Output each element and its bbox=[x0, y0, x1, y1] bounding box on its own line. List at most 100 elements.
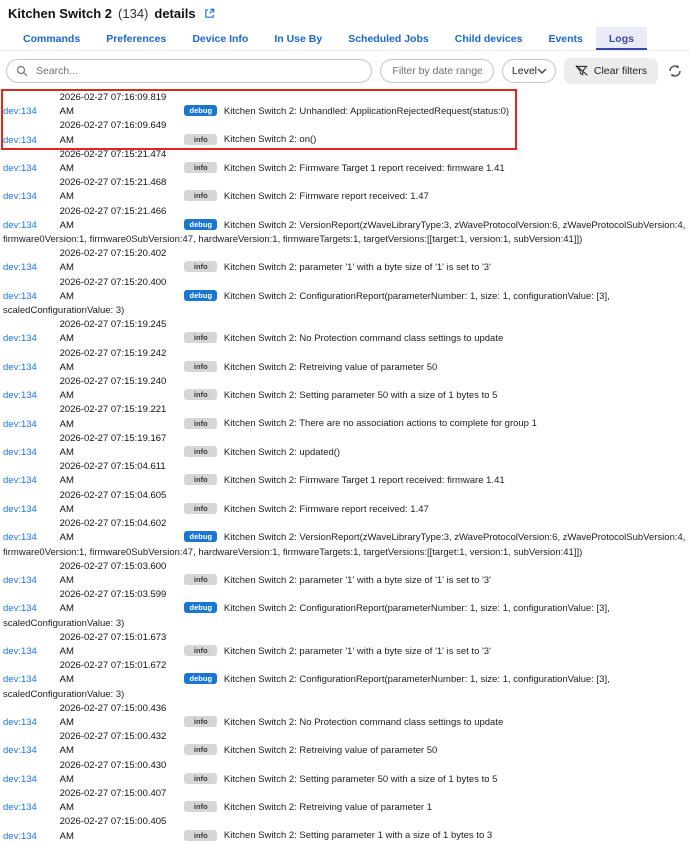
log-row: dev:134 2026-02-27 07:15:00.436 AM info … bbox=[3, 702, 686, 730]
log-level-badge: info bbox=[184, 446, 217, 457]
log-row: dev:134 2026-02-27 07:15:04.605 AM info … bbox=[3, 489, 686, 517]
log-level-badge: info bbox=[184, 261, 217, 272]
log-row: dev:134 2026-02-27 07:15:19.240 AM info … bbox=[3, 375, 686, 403]
log-timestamp: 2026-02-27 07:15:01.673 AM bbox=[60, 631, 182, 659]
device-link[interactable]: dev:134 bbox=[3, 574, 57, 588]
device-link[interactable]: dev:134 bbox=[3, 645, 57, 659]
log-timestamp: 2026-02-27 07:15:03.600 AM bbox=[60, 560, 182, 588]
log-row: dev:134 2026-02-27 07:15:00.432 AM info … bbox=[3, 730, 686, 758]
device-link[interactable]: dev:134 bbox=[3, 418, 57, 432]
device-link[interactable]: dev:134 bbox=[3, 190, 57, 204]
device-link[interactable]: dev:134 bbox=[3, 744, 57, 758]
log-row: dev:134 2026-02-27 07:15:19.167 AM info … bbox=[3, 432, 686, 460]
device-link[interactable]: dev:134 bbox=[3, 261, 57, 275]
log-message: Kitchen Switch 2: Setting parameter 50 w… bbox=[224, 390, 498, 401]
log-timestamp: 2026-02-27 07:15:19.167 AM bbox=[60, 432, 182, 460]
log-level-badge: info bbox=[184, 332, 217, 343]
log-timestamp: 2026-02-27 07:15:00.430 AM bbox=[60, 759, 182, 787]
log-timestamp: 2026-02-27 07:15:21.474 AM bbox=[60, 148, 182, 176]
title-details-label: details bbox=[154, 6, 195, 21]
device-link[interactable]: dev:134 bbox=[3, 446, 57, 460]
search-field[interactable] bbox=[6, 59, 372, 83]
device-link[interactable]: dev:134 bbox=[3, 503, 57, 517]
log-row: dev:134 2026-02-27 07:15:03.600 AM info … bbox=[3, 560, 686, 588]
open-in-new-icon[interactable] bbox=[204, 8, 215, 19]
log-level-badge: info bbox=[184, 773, 217, 784]
log-message: Kitchen Switch 2: parameter '1' with a b… bbox=[224, 262, 491, 273]
tab-child-devices[interactable]: Child devices bbox=[442, 27, 536, 50]
tab-device-info[interactable]: Device Info bbox=[179, 27, 261, 50]
log-row: dev:134 2026-02-27 07:15:19.245 AM info … bbox=[3, 318, 686, 346]
tab-scheduled-jobs[interactable]: Scheduled Jobs bbox=[335, 27, 442, 50]
log-timestamp: 2026-02-27 07:15:01.672 AM bbox=[60, 659, 182, 687]
log-timestamp: 2026-02-27 07:15:00.407 AM bbox=[60, 787, 182, 815]
search-input[interactable] bbox=[34, 64, 362, 78]
log-message: Kitchen Switch 2: Firmware report receiv… bbox=[224, 504, 429, 515]
log-timestamp: 2026-02-27 07:15:19.221 AM bbox=[60, 403, 182, 431]
log-message: Kitchen Switch 2: Firmware Target 1 repo… bbox=[224, 163, 505, 174]
log-timestamp: 2026-02-27 07:15:04.605 AM bbox=[60, 489, 182, 517]
device-link[interactable]: dev:134 bbox=[3, 105, 57, 119]
date-range-input[interactable] bbox=[390, 64, 483, 78]
device-id: (134) bbox=[118, 6, 148, 21]
clear-filters-button[interactable]: Clear filters bbox=[564, 58, 658, 84]
clear-filters-label: Clear filters bbox=[594, 65, 647, 77]
device-link[interactable]: dev:134 bbox=[3, 474, 57, 488]
device-link[interactable]: dev:134 bbox=[3, 830, 57, 844]
log-timestamp: 2026-02-27 07:15:03.599 AM bbox=[60, 588, 182, 616]
log-timestamp: 2026-02-27 07:15:00.432 AM bbox=[60, 730, 182, 758]
device-link[interactable]: dev:134 bbox=[3, 673, 57, 687]
log-message: Kitchen Switch 2: Retreiving value of pa… bbox=[224, 362, 437, 373]
log-timestamp: 2026-02-27 07:15:21.468 AM bbox=[60, 176, 182, 204]
tab-preferences[interactable]: Preferences bbox=[93, 27, 179, 50]
tab-logs[interactable]: Logs bbox=[596, 27, 647, 50]
level-dropdown[interactable]: Level bbox=[502, 59, 556, 83]
tab-in-use-by[interactable]: In Use By bbox=[261, 27, 335, 50]
device-link[interactable]: dev:134 bbox=[3, 602, 57, 616]
log-level-badge: info bbox=[184, 389, 217, 400]
log-message: Kitchen Switch 2: Retreiving value of pa… bbox=[224, 802, 432, 813]
device-name: Kitchen Switch 2 bbox=[8, 6, 112, 21]
device-link[interactable]: dev:134 bbox=[3, 801, 57, 815]
log-level-badge: info bbox=[184, 134, 217, 145]
log-message: Kitchen Switch 2: parameter '1' with a b… bbox=[224, 646, 491, 657]
log-timestamp: 2026-02-27 07:15:04.602 AM bbox=[60, 517, 182, 545]
log-timestamp: 2026-02-27 07:15:21.466 AM bbox=[60, 205, 182, 233]
log-level-badge: info bbox=[184, 361, 217, 372]
page-header: Kitchen Switch 2 (134) details bbox=[0, 0, 690, 21]
log-row: dev:134 2026-02-27 07:15:21.468 AM info … bbox=[3, 176, 686, 204]
log-row: dev:134 2026-02-27 07:15:19.242 AM info … bbox=[3, 347, 686, 375]
device-link[interactable]: dev:134 bbox=[3, 134, 57, 148]
log-row: dev:134 2026-02-27 07:15:04.602 AM debug… bbox=[3, 517, 686, 560]
device-link[interactable]: dev:134 bbox=[3, 361, 57, 375]
log-message: Kitchen Switch 2: on() bbox=[224, 135, 316, 146]
log-message: Kitchen Switch 2: Firmware report receiv… bbox=[224, 191, 429, 202]
device-link[interactable]: dev:134 bbox=[3, 716, 57, 730]
tab-events[interactable]: Events bbox=[535, 27, 595, 50]
tab-bar: CommandsPreferencesDevice InfoIn Use ByS… bbox=[0, 27, 690, 51]
refresh-icon bbox=[668, 64, 682, 78]
log-message: Kitchen Switch 2: parameter '1' with a b… bbox=[224, 575, 491, 586]
log-message: Kitchen Switch 2: Unhandled: Application… bbox=[224, 106, 509, 117]
device-link[interactable]: dev:134 bbox=[3, 290, 57, 304]
log-timestamp: 2026-02-27 07:15:04.611 AM bbox=[60, 460, 182, 488]
log-level-badge: info bbox=[184, 190, 217, 201]
chevron-down-icon bbox=[537, 68, 547, 74]
refresh-button[interactable] bbox=[666, 64, 684, 78]
log-row: dev:134 2026-02-27 07:15:00.430 AM info … bbox=[3, 759, 686, 787]
log-row: dev:134 2026-02-27 07:16:09.649 AM info … bbox=[3, 119, 509, 147]
log-level-badge: info bbox=[184, 162, 217, 173]
log-message: Kitchen Switch 2: Setting parameter 50 w… bbox=[224, 774, 498, 785]
device-link[interactable]: dev:134 bbox=[3, 389, 57, 403]
device-link[interactable]: dev:134 bbox=[3, 332, 57, 346]
device-link[interactable]: dev:134 bbox=[3, 531, 57, 545]
log-timestamp: 2026-02-27 07:15:00.436 AM bbox=[60, 702, 182, 730]
device-link[interactable]: dev:134 bbox=[3, 162, 57, 176]
date-range-field[interactable] bbox=[380, 59, 493, 83]
tab-commands[interactable]: Commands bbox=[10, 27, 93, 50]
device-link[interactable]: dev:134 bbox=[3, 219, 57, 233]
log-message: Kitchen Switch 2: There are no associati… bbox=[224, 419, 537, 430]
log-row: dev:134 2026-02-27 07:15:00.405 AM info … bbox=[3, 815, 686, 843]
device-link[interactable]: dev:134 bbox=[3, 773, 57, 787]
log-row: dev:134 2026-02-27 07:15:00.407 AM info … bbox=[3, 787, 686, 815]
